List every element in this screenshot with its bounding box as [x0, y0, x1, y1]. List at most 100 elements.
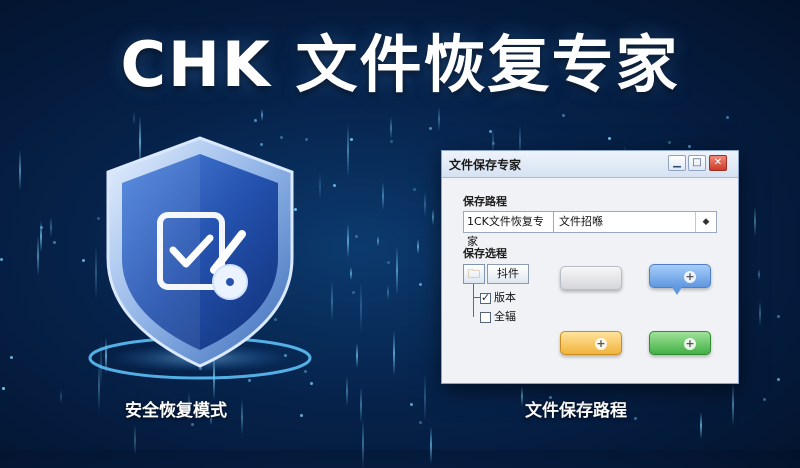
- checkbox-version[interactable]: 版本: [480, 291, 516, 305]
- folder-tree-button[interactable]: 🗀: [463, 264, 485, 284]
- rain-dot: [419, 283, 422, 286]
- rain-dot: [191, 423, 194, 426]
- rain-streak: [50, 217, 52, 237]
- rain-streak: [133, 112, 135, 125]
- rain-streak: [396, 246, 398, 295]
- rain-streak: [382, 182, 384, 210]
- rain-streak: [360, 387, 362, 423]
- plus-icon: +: [684, 337, 696, 350]
- rain-streak: [387, 285, 389, 300]
- rain-dot: [390, 140, 393, 143]
- rain-dot: [492, 142, 495, 145]
- rain-streak: [377, 236, 379, 246]
- rain-dot: [413, 188, 416, 191]
- rain-streak: [346, 376, 348, 406]
- rain-dot: [333, 184, 336, 187]
- rain-streak: [424, 192, 426, 217]
- minimize-icon: ▁: [673, 157, 681, 168]
- gray-button[interactable]: [560, 266, 622, 290]
- rain-streak: [417, 239, 419, 254]
- rain-dot: [777, 378, 780, 381]
- path-dropdown-icon[interactable]: ◆: [695, 212, 716, 232]
- save-options-label: 保存选程: [463, 247, 507, 260]
- rain-dot: [0, 258, 3, 261]
- rain-streak: [19, 150, 21, 191]
- rain-dot: [53, 241, 56, 244]
- rain-dot: [608, 137, 611, 140]
- rain-streak: [134, 425, 136, 455]
- rain-streak: [432, 209, 434, 225]
- rain-dot: [688, 145, 691, 148]
- rain-dot: [763, 398, 766, 401]
- rain-streak: [347, 124, 349, 177]
- checkbox-full-label: 全辐: [494, 310, 516, 323]
- orange-add-button[interactable]: +: [560, 331, 622, 355]
- rain-dot: [300, 414, 303, 417]
- checkbox-full-box[interactable]: [480, 311, 491, 323]
- shield-graphic: [80, 130, 320, 380]
- maximize-button[interactable]: □: [688, 155, 706, 171]
- save-path-label: 保存路程: [463, 195, 507, 208]
- path-segment-folder[interactable]: 文件招喺: [556, 212, 699, 232]
- rain-streak: [350, 267, 352, 280]
- shield-icon: [88, 136, 312, 380]
- banner-title: CHK 文件恢复专家: [120, 28, 680, 101]
- rain-streak: [40, 221, 42, 252]
- rain-streak: [347, 224, 349, 258]
- checkbox-full[interactable]: 全辐: [480, 310, 516, 324]
- rain-streak: [261, 109, 263, 121]
- rain-dot: [429, 127, 432, 130]
- rain-dot: [254, 119, 257, 122]
- maximize-icon: □: [692, 157, 702, 168]
- tree-connector: [473, 297, 480, 298]
- checkbox-version-box[interactable]: [480, 291, 491, 305]
- blue-button-tail: [672, 287, 682, 295]
- rain-dot: [350, 138, 353, 141]
- rain-dot: [352, 291, 355, 294]
- dialog-titlebar[interactable]: 文件保存专家 ▁ □ ✕: [442, 151, 738, 178]
- rain-streak: [438, 107, 440, 131]
- rain-dot: [10, 356, 13, 359]
- plugin-button[interactable]: 抖件: [487, 264, 529, 284]
- rain-dot: [726, 116, 729, 119]
- rain-streak: [732, 383, 734, 426]
- rain-streak: [424, 374, 426, 421]
- rain-streak: [430, 426, 432, 464]
- rain-streak: [241, 399, 243, 435]
- blue-add-button[interactable]: +: [649, 264, 711, 288]
- rain-dot: [355, 235, 358, 238]
- rain-dot: [40, 226, 43, 229]
- close-button[interactable]: ✕: [709, 155, 727, 171]
- rain-streak: [700, 412, 702, 439]
- tree-connector: [473, 284, 474, 317]
- rain-streak: [754, 207, 756, 236]
- file-save-dialog: 文件保存专家 ▁ □ ✕ 保存路程 1CK文件恢复专家 文件招喺 ◆ 保存选程 …: [441, 150, 739, 384]
- caption-safe-recovery-mode: 安全恢复模式: [125, 401, 227, 421]
- rain-streak: [521, 386, 523, 406]
- checkbox-version-label: 版本: [494, 291, 516, 304]
- path-segment-root[interactable]: 1CK文件恢复专家: [464, 212, 554, 248]
- plus-icon: +: [595, 337, 607, 350]
- rain-dot: [668, 141, 671, 144]
- rain-dot: [634, 417, 637, 420]
- rain-dot: [489, 130, 492, 133]
- rain-dot: [419, 421, 422, 424]
- rain-dot: [777, 315, 780, 318]
- rain-streak: [360, 282, 362, 332]
- save-path-breadcrumb[interactable]: 1CK文件恢复专家 文件招喺 ◆: [463, 211, 717, 248]
- minimize-button[interactable]: ▁: [668, 155, 686, 171]
- rain-streak: [390, 117, 392, 139]
- rain-streak: [331, 281, 333, 321]
- dialog-title: 文件保存专家: [449, 158, 522, 172]
- close-icon: ✕: [713, 157, 723, 168]
- rain-streak: [362, 419, 364, 468]
- rain-streak: [758, 269, 760, 280]
- rain-dot: [387, 261, 390, 264]
- rain-dot: [562, 114, 565, 117]
- rain-streak: [393, 331, 395, 376]
- rain-streak: [356, 343, 358, 368]
- green-add-button[interactable]: +: [649, 331, 711, 355]
- rain-dot: [2, 387, 5, 390]
- folder-icon: 🗀: [467, 267, 480, 281]
- rain-streak: [37, 236, 39, 276]
